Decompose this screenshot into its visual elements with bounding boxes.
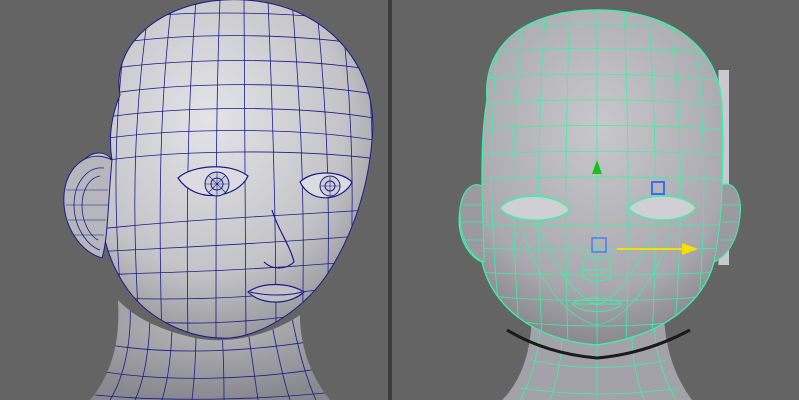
head-model-shaded: [63, 0, 374, 400]
maya-app: [0, 0, 799, 400]
viewport-left[interactable]: [0, 0, 388, 400]
viewport-right[interactable]: [392, 0, 799, 400]
ear-left: [63, 155, 113, 259]
head-model-selected: [458, 9, 741, 400]
